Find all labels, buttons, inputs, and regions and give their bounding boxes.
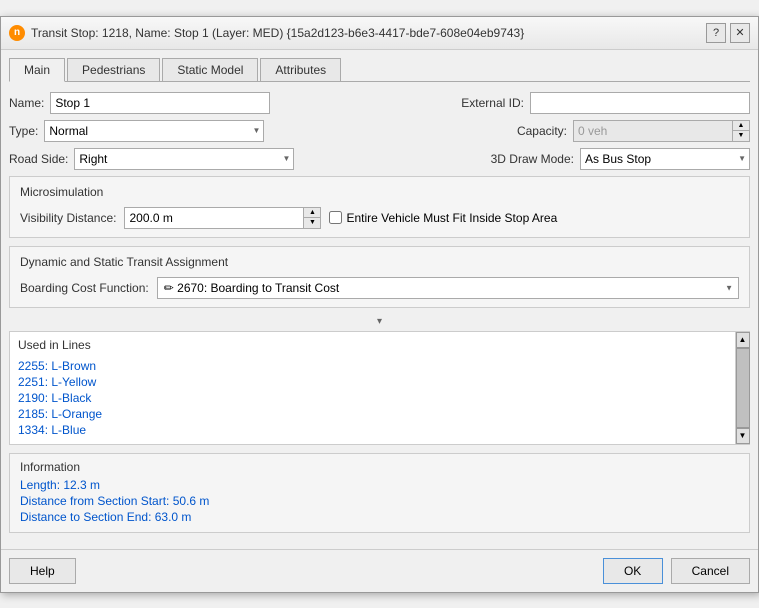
vehicle-fit-checkbox[interactable] (329, 211, 342, 224)
lines-scrollbar[interactable]: ▲ ▼ (735, 332, 749, 444)
boarding-cost-select[interactable]: ✏ 2670: Boarding to Transit Cost (157, 277, 739, 299)
cancel-button[interactable]: Cancel (671, 558, 750, 584)
collapse-button[interactable]: ▾ (9, 316, 750, 327)
tab-pedestrians[interactable]: Pedestrians (67, 58, 160, 81)
info-distance-start: Distance from Section Start: 50.6 m (20, 494, 739, 508)
boarding-select-wrapper: ✏ 2670: Boarding to Transit Cost (157, 277, 739, 299)
scroll-thumb[interactable] (736, 348, 750, 428)
information-title: Information (20, 460, 739, 474)
roadside-row: Road Side: Right Left 3D Draw Mode: As B… (9, 148, 750, 170)
vehicle-fit-label: Entire Vehicle Must Fit Inside Stop Area (346, 211, 557, 225)
name-input[interactable] (50, 92, 270, 114)
scroll-down-arrow[interactable]: ▼ (736, 428, 750, 444)
dialog: n Transit Stop: 1218, Name: Stop 1 (Laye… (0, 16, 759, 593)
tab-bar: Main Pedestrians Static Model Attributes (9, 58, 750, 82)
microsimulation-section: Microsimulation Visibility Distance: ▲ ▼… (9, 176, 750, 238)
boarding-label: Boarding Cost Function: (20, 281, 149, 295)
capacity-wrapper: ▲ ▼ (573, 120, 750, 142)
visibility-down-button[interactable]: ▼ (304, 218, 320, 228)
information-section: Information Length: 12.3 m Distance from… (9, 453, 750, 533)
line-item[interactable]: 2190: L-Black (18, 390, 725, 406)
line-item[interactable]: 2255: L-Brown (18, 358, 725, 374)
draw-mode-select[interactable]: As Bus Stop None Custom (580, 148, 750, 170)
vehicle-fit-checkbox-label[interactable]: Entire Vehicle Must Fit Inside Stop Area (329, 211, 557, 225)
type-select[interactable]: Normal Virtual Exact Position (44, 120, 264, 142)
dynamic-static-section: Dynamic and Static Transit Assignment Bo… (9, 246, 750, 308)
capacity-input[interactable] (573, 120, 733, 142)
info-distance-end: Distance to Section End: 63.0 m (20, 510, 739, 524)
used-in-lines-section: Used in Lines 2255: L-Brown 2251: L-Yell… (9, 331, 750, 445)
name-label: Name: (9, 96, 44, 110)
capacity-spinners: ▲ ▼ (733, 120, 750, 142)
title-bar: n Transit Stop: 1218, Name: Stop 1 (Laye… (1, 17, 758, 50)
scroll-up-arrow[interactable]: ▲ (736, 332, 750, 348)
lines-list: 2255: L-Brown 2251: L-Yellow 2190: L-Bla… (18, 358, 729, 438)
roadside-select-wrapper: Right Left (74, 148, 294, 170)
line-item[interactable]: 2185: L-Orange (18, 406, 725, 422)
boarding-row: Boarding Cost Function: ✏ 2670: Boarding… (20, 277, 739, 299)
visibility-row: Visibility Distance: ▲ ▼ Entire Vehicle … (20, 207, 739, 229)
draw-mode-select-wrapper: As Bus Stop None Custom (580, 148, 750, 170)
tab-attributes[interactable]: Attributes (260, 58, 341, 81)
visibility-up-button[interactable]: ▲ (304, 208, 320, 219)
type-label: Type: (9, 124, 38, 138)
external-id-input[interactable] (530, 92, 750, 114)
visibility-label: Visibility Distance: (20, 211, 116, 225)
visibility-input[interactable] (124, 207, 304, 229)
capacity-up-button[interactable]: ▲ (733, 121, 749, 132)
capacity-down-button[interactable]: ▼ (733, 131, 749, 141)
roadside-label: Road Side: (9, 152, 68, 166)
line-item[interactable]: 2251: L-Yellow (18, 374, 725, 390)
help-title-button[interactable]: ? (706, 23, 726, 43)
capacity-label: Capacity: (517, 124, 567, 138)
dialog-footer: Help OK Cancel (1, 549, 758, 592)
close-title-button[interactable]: ✕ (730, 23, 750, 43)
roadside-select[interactable]: Right Left (74, 148, 294, 170)
type-select-wrapper: Normal Virtual Exact Position (44, 120, 264, 142)
draw-mode-label: 3D Draw Mode: (491, 152, 574, 166)
dialog-title: Transit Stop: 1218, Name: Stop 1 (Layer:… (31, 26, 700, 40)
name-row: Name: External ID: (9, 92, 750, 114)
tab-static-model[interactable]: Static Model (162, 58, 258, 81)
help-button[interactable]: Help (9, 558, 76, 584)
type-row: Type: Normal Virtual Exact Position Capa… (9, 120, 750, 142)
dialog-content: Main Pedestrians Static Model Attributes… (1, 50, 758, 549)
tab-main[interactable]: Main (9, 58, 65, 82)
info-length: Length: 12.3 m (20, 478, 739, 492)
used-in-lines-title: Used in Lines (18, 338, 729, 352)
ok-button[interactable]: OK (603, 558, 663, 584)
visibility-spinner-wrapper: ▲ ▼ (124, 207, 321, 229)
dynamic-static-title: Dynamic and Static Transit Assignment (20, 255, 739, 269)
title-buttons: ? ✕ (706, 23, 750, 43)
ok-cancel-buttons: OK Cancel (603, 558, 750, 584)
external-id-label: External ID: (461, 96, 524, 110)
line-item[interactable]: 1334: L-Blue (18, 422, 725, 438)
app-icon: n (9, 25, 25, 41)
collapse-icon: ▾ (377, 316, 382, 327)
microsimulation-title: Microsimulation (20, 185, 739, 199)
visibility-spin-buttons: ▲ ▼ (304, 207, 321, 229)
